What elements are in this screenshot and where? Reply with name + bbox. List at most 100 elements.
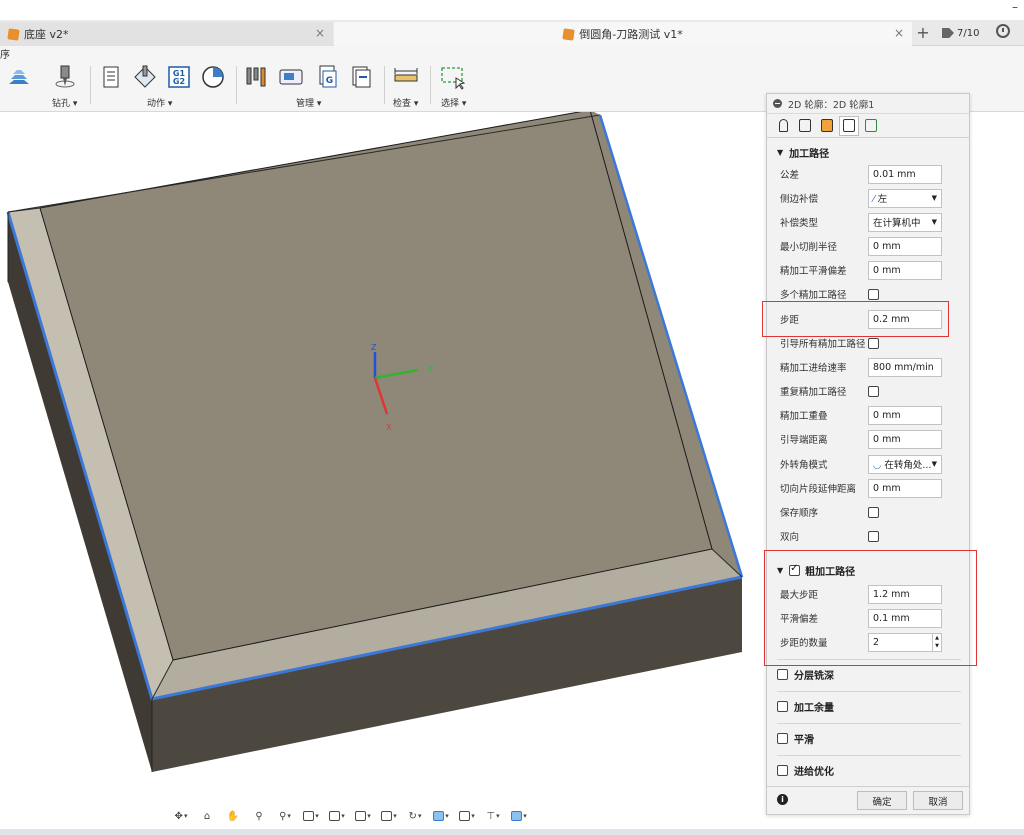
operation-dialog: 2D 轮廓：2D 轮廓1 ▼ 加工路径 公差 0.01 mm 侧边补偿 ⁄ 左 … [766, 93, 970, 815]
tab-heights-icon[interactable] [817, 116, 837, 136]
lead-end-row: 引导端距离 0 mm [780, 429, 960, 449]
tool-library-icon[interactable] [244, 64, 270, 90]
tool-display-icon[interactable]: ⊤ ▾ [482, 808, 504, 824]
template-library-icon[interactable] [348, 64, 374, 90]
stock-to-leave-section[interactable]: 加工余量 [777, 691, 961, 721]
job-status[interactable]: 7/10 [942, 25, 979, 41]
drill-group-label[interactable]: 钻孔 ▾ [52, 96, 77, 109]
collapse-icon[interactable] [773, 99, 782, 108]
tab-linking-icon[interactable] [861, 116, 881, 136]
expand-triangle-icon: ▼ [777, 148, 784, 157]
corner-mode-row: 外转角模式 ◡ 在转角处... ▼ [780, 454, 960, 474]
ribbon-divider [384, 66, 385, 104]
ribbon-divider [236, 66, 237, 104]
multi-finish-checkbox[interactable] [868, 288, 879, 300]
refresh-icon[interactable]: ↻ ▾ [404, 808, 426, 824]
tab-fillet-toolpath-test[interactable]: 倒圆角-刀路测试 v1* × [334, 22, 912, 46]
grid-icon[interactable]: ▾ [326, 808, 348, 824]
tolerance-input[interactable]: 0.01 mm [868, 164, 942, 184]
y-axis-label: Y [427, 365, 433, 374]
both-ways-checkbox[interactable] [868, 530, 879, 542]
tab-geometry-icon[interactable] [795, 116, 815, 136]
comp-type-select[interactable]: 在计算机中 ▼ [868, 212, 942, 232]
section-checkbox[interactable] [777, 669, 788, 680]
window-select-icon[interactable] [440, 64, 466, 90]
compensation-select[interactable]: ⁄ 左 ▼ [868, 188, 942, 208]
display-settings-icon[interactable]: ▾ [300, 808, 322, 824]
dialog-title: 2D 轮廓：2D 轮廓1 [788, 99, 875, 111]
clock-icon[interactable] [996, 24, 1010, 38]
finish-smooth-row: 精加工平滑偏差 0 mm [780, 260, 960, 280]
cancel-button[interactable]: 取消 [913, 791, 963, 810]
stock-display-icon[interactable]: ▾ [430, 808, 452, 824]
passes-section-header[interactable]: ▼ 加工路径 [777, 145, 829, 160]
fit-icon[interactable]: ⚲ ▾ [274, 808, 296, 824]
field-label: 多个精加工路径 [780, 290, 847, 301]
ribbon-divider [90, 66, 91, 104]
info-icon[interactable]: i [777, 794, 788, 805]
manage-group-label[interactable]: 管理 ▾ [296, 96, 321, 109]
3d-viewport[interactable]: Z Y X [0, 112, 766, 812]
tolerance-row: 公差 0.01 mm [780, 164, 960, 184]
tab-close-button[interactable]: × [894, 26, 904, 40]
orbit-icon[interactable]: ✥ ▾ [170, 808, 192, 824]
field-label: 精加工进给速率 [780, 363, 847, 374]
feed-optimization-section[interactable]: 进给优化 [777, 755, 961, 785]
machine-library-icon[interactable] [278, 64, 304, 90]
2d-pocket-icon[interactable] [6, 64, 32, 90]
tangent-ext-input[interactable]: 0 mm [868, 478, 942, 498]
minimize-button[interactable]: – [1012, 0, 1018, 14]
tab-tool-icon[interactable] [773, 116, 793, 136]
tab-passes-icon[interactable] [839, 115, 859, 136]
nc-program-icon[interactable]: G [314, 64, 340, 90]
job-count: 7/10 [957, 27, 980, 39]
simulate-icon[interactable] [132, 64, 158, 90]
dialog-footer: i 确定 取消 [767, 786, 969, 814]
finish-smooth-input[interactable]: 0 mm [868, 260, 942, 280]
tab-base[interactable]: 底座 v2* × [0, 22, 333, 46]
select-value: 在计算机中 [873, 218, 921, 229]
lead-end-input[interactable]: 0 mm [868, 429, 942, 449]
machining-time-icon[interactable] [200, 64, 226, 90]
keep-order-checkbox[interactable] [868, 506, 879, 518]
min-radius-input[interactable]: 0 mm [868, 236, 942, 256]
lead-all-checkbox[interactable] [868, 337, 879, 349]
finish-overlap-input[interactable]: 0 mm [868, 405, 942, 425]
field-label: 精加工重叠 [780, 411, 828, 422]
section-checkbox[interactable] [777, 701, 788, 712]
ok-button[interactable]: 确定 [857, 791, 907, 810]
new-tab-button[interactable]: + [913, 24, 933, 42]
post-process-icon[interactable]: G1 G2 [166, 64, 192, 90]
section-title: 平滑 [794, 735, 814, 746]
tab-close-button[interactable]: × [315, 26, 325, 40]
keep-order-row: 保存顺序 [780, 502, 960, 522]
field-label: 公差 [780, 170, 800, 181]
select-group-label[interactable]: 选择 ▾ [441, 96, 466, 109]
select-value: 左 [877, 194, 888, 205]
section-checkbox[interactable] [777, 765, 788, 776]
design-cube-icon [562, 27, 575, 41]
tangent-ext-row: 切向片段延伸距离 0 mm [780, 478, 960, 498]
repeat-finish-checkbox[interactable] [868, 385, 879, 397]
svg-text:G2: G2 [173, 77, 185, 86]
toolpath-display-icon[interactable]: ▾ [456, 808, 478, 824]
inspect-group-label[interactable]: 检查 ▾ [393, 96, 418, 109]
section-icon[interactable]: ▾ [378, 808, 400, 824]
zoom-icon[interactable]: ⚲ [248, 808, 270, 824]
pan-icon[interactable]: ✋ [222, 808, 244, 824]
part-model[interactable]: Z Y X [0, 112, 766, 812]
setup-sheet-icon[interactable] [98, 64, 124, 90]
look-at-icon[interactable]: ⌂ [196, 808, 218, 824]
machine-display-icon[interactable]: ▾ [508, 808, 530, 824]
drill-icon[interactable] [52, 64, 78, 90]
ribbon-partial-label: 序 [0, 50, 10, 61]
finish-feed-input[interactable]: 800 mm/min [868, 357, 942, 377]
smoothing-section[interactable]: 平滑 [777, 723, 961, 753]
measure-icon[interactable] [393, 64, 419, 90]
viewports-icon[interactable]: ▾ [352, 808, 374, 824]
corner-mode-select[interactable]: ◡ 在转角处... ▼ [868, 454, 942, 474]
actions-group-label[interactable]: 动作 ▾ [147, 96, 172, 109]
section-checkbox[interactable] [777, 733, 788, 744]
dialog-title-bar[interactable]: 2D 轮廓：2D 轮廓1 [767, 94, 969, 114]
section-title: 分层铣深 [794, 671, 834, 682]
